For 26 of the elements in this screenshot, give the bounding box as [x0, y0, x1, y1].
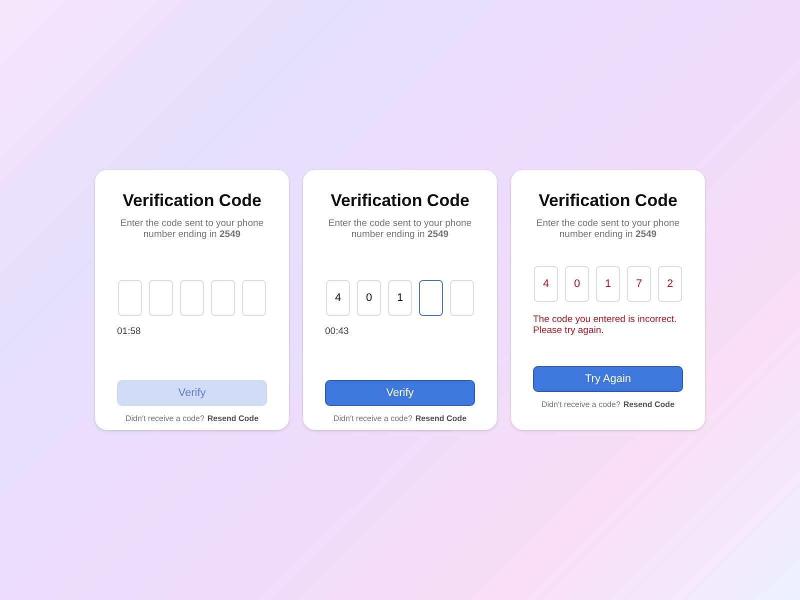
error-message: The code you entered is incorrect. Please try again. [533, 314, 678, 336]
code-digit-field[interactable]: 0 [357, 280, 381, 316]
verify-button[interactable]: Try Again [533, 366, 683, 392]
resend-prompt: Didn't receive a code? [125, 414, 204, 424]
card-title: Verification Code [538, 190, 678, 212]
code-digit-field[interactable]: 0 [565, 266, 589, 302]
resend-code-link[interactable]: Resend Code [415, 414, 467, 424]
code-digit-field[interactable]: 4 [326, 280, 350, 316]
code-digit-field[interactable]: 1 [596, 266, 620, 302]
code-digit-field[interactable]: 1 [388, 280, 412, 316]
code-digit-field[interactable]: 7 [627, 266, 651, 302]
resend-code-link[interactable]: Resend Code [207, 414, 259, 424]
code-digit-field[interactable]: 2 [658, 266, 682, 302]
instruction-text: Enter the code sent to your phone number ending in 2549 [535, 218, 681, 240]
code-digit-field[interactable]: 4 [534, 266, 558, 302]
instruction-text: Enter the code sent to your phone number ending in 2549 [119, 218, 265, 240]
card-title: Verification Code [330, 190, 470, 212]
resend-prompt: Didn't receive a code? [333, 414, 412, 424]
code-digit-field[interactable] [419, 280, 443, 316]
instruction-text: Enter the code sent to your phone number ending in 2549 [327, 218, 473, 240]
card-title: Verification Code [122, 190, 262, 212]
verify-button[interactable]: Verify [325, 380, 475, 406]
resend-prompt: Didn't receive a code? [541, 400, 620, 410]
resend-code-link[interactable]: Resend Code [623, 400, 675, 410]
countdown-timer: 01:58 [117, 326, 142, 338]
countdown-timer: 00:43 [325, 326, 350, 338]
